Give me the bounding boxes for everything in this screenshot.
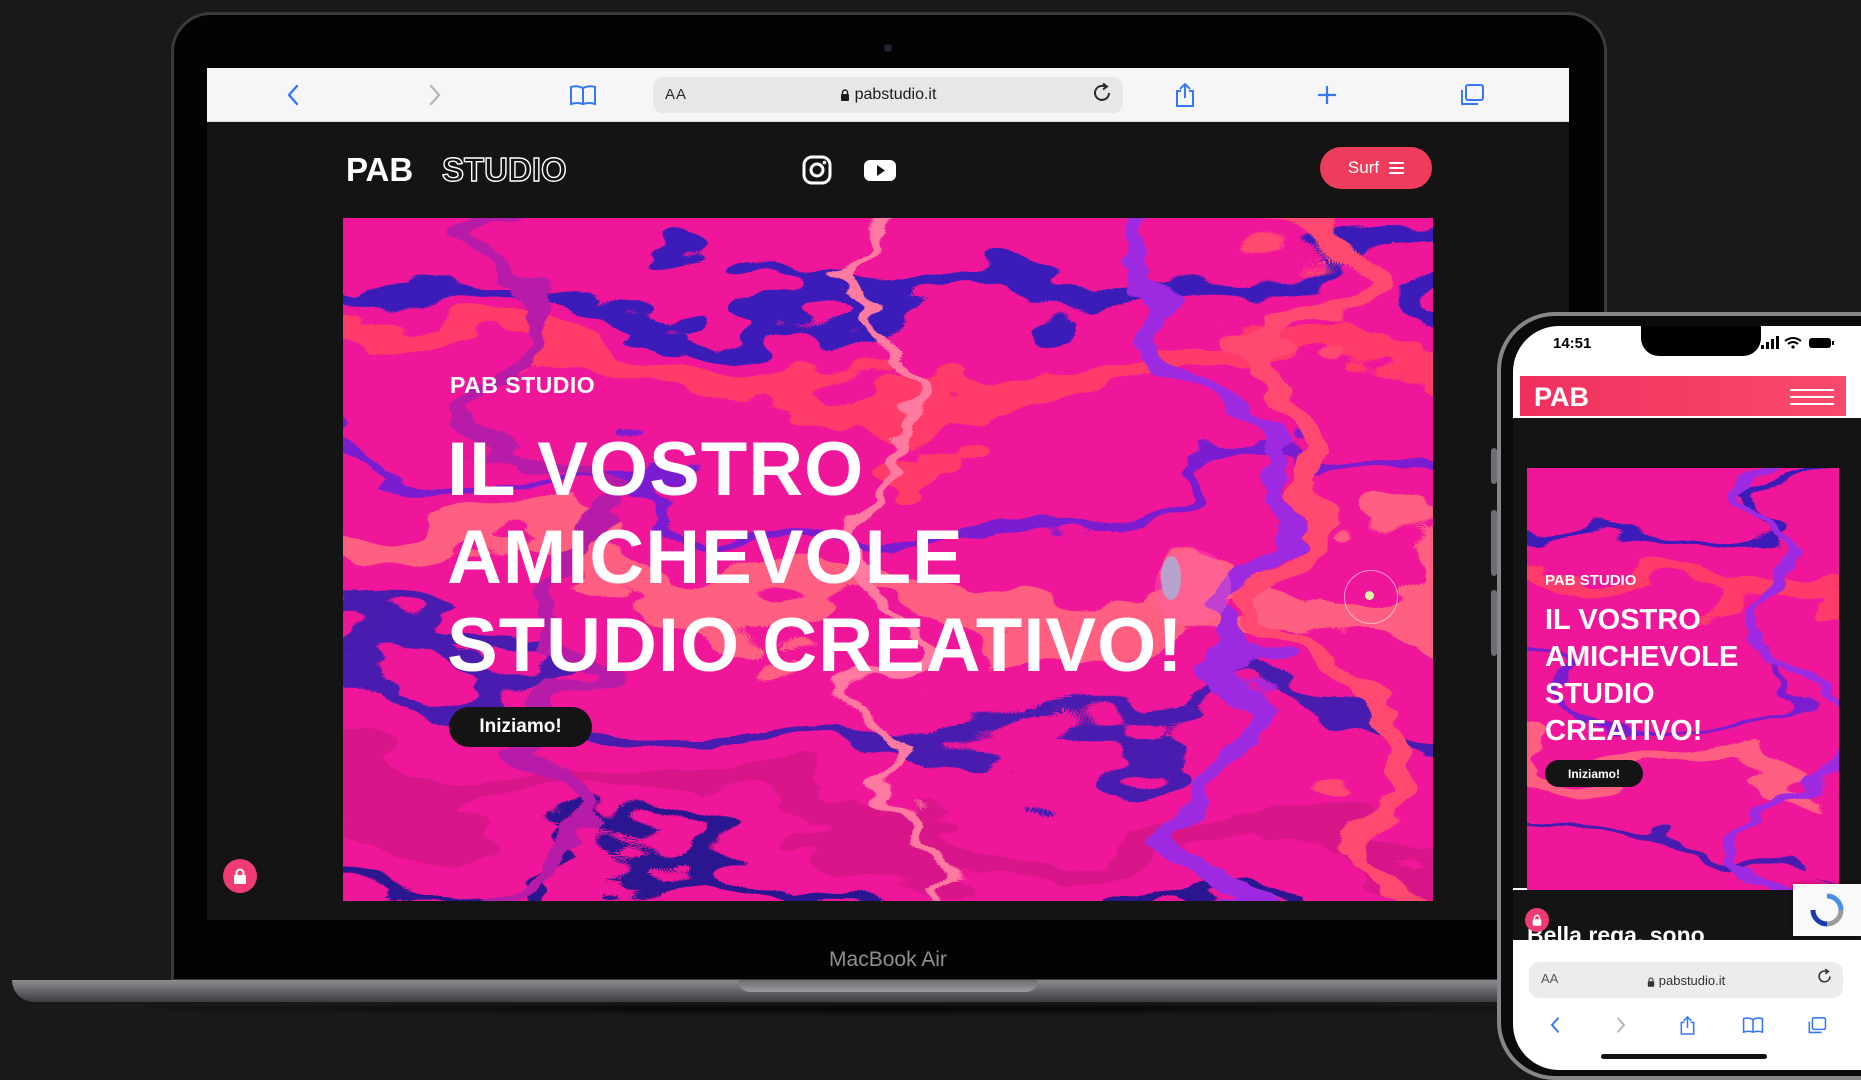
wifi-icon (1784, 337, 1802, 349)
recaptcha-icon[interactable] (1793, 884, 1861, 936)
home-indicator (1601, 1054, 1767, 1059)
phone-address-bar[interactable]: AA pabstudio.it (1529, 962, 1843, 998)
share-icon[interactable] (1669, 1010, 1705, 1040)
device-label: MacBook Air (829, 948, 947, 971)
phone-url-field[interactable]: pabstudio.it (1529, 973, 1843, 988)
phone-url-text: pabstudio.it (1658, 973, 1726, 988)
signal-icon (1761, 336, 1779, 349)
status-time: 14:51 (1553, 335, 1592, 352)
laptop-opening-notch (738, 980, 1038, 992)
hamburger-icon (1389, 159, 1405, 177)
start-button[interactable]: Iniziamo! (449, 707, 592, 747)
status-icons (1761, 336, 1839, 355)
chevron-left-icon[interactable] (277, 79, 309, 111)
reload-icon[interactable] (1816, 968, 1833, 990)
url-field[interactable]: pabstudio.it (653, 86, 1123, 104)
hero-kicker: PAB STUDIO (450, 372, 596, 398)
dynamic-island (1641, 326, 1761, 356)
lock-icon (840, 89, 849, 101)
chevron-left-icon[interactable] (1537, 1010, 1573, 1040)
phone-start-button[interactable]: Iniziamo! (1545, 760, 1643, 787)
url-text: pabstudio.it (854, 86, 937, 103)
hamburger-icon[interactable] (1790, 384, 1834, 410)
tabs-icon[interactable] (1456, 79, 1488, 111)
youtube-icon[interactable] (863, 154, 897, 186)
laptop-screen: AA pabstudio.it PAB STUDIO Surf PAB STUD… (207, 68, 1569, 920)
hero-banner: PAB STUDIO IL VOSTRO AMICHEVOLE STUDIO C… (343, 218, 1433, 901)
lock-icon (1647, 977, 1654, 987)
phone-browser-toolbar (1513, 1010, 1861, 1044)
battery-icon (1809, 338, 1834, 348)
phone-section-heading: Bella rega, sono (1527, 922, 1705, 948)
logo-outline-text: STUDIO (442, 152, 567, 186)
surf-menu-label: Surf (1347, 158, 1380, 177)
site-logo[interactable]: PAB STUDIO (346, 150, 586, 191)
address-bar[interactable]: AA pabstudio.it (653, 77, 1123, 113)
phone-hero-title: IL VOSTRO AMICHEVOLE STUDIO CREATIVO! (1545, 604, 1739, 747)
plus-icon[interactable] (1311, 79, 1343, 111)
lock-icon[interactable] (223, 859, 257, 893)
phone-hero-kicker: PAB STUDIO (1545, 572, 1637, 589)
instagram-icon[interactable] (801, 154, 833, 186)
phone-site-logo[interactable]: PAB (1534, 382, 1614, 415)
chevron-right-icon[interactable] (1603, 1010, 1639, 1040)
share-icon[interactable] (1169, 79, 1201, 111)
browser-toolbar: AA pabstudio.it (207, 68, 1569, 122)
reload-icon[interactable] (1091, 82, 1113, 110)
book-icon[interactable] (1735, 1010, 1771, 1040)
cursor-dot (1365, 591, 1374, 600)
phone-logo-text: PAB (1534, 382, 1589, 410)
phone-site-header: PAB (1520, 376, 1846, 416)
phone-screen: 14:51 PAB PAB STUDIO IL VOSTRO AMICHEVOL… (1513, 326, 1861, 1070)
laptop-shadow (60, 1002, 1710, 1016)
hero-title: IL VOSTRO AMICHEVOLE STUDIO CREATIVO! (447, 427, 1184, 688)
chevron-right-icon[interactable] (419, 79, 451, 111)
lock-icon[interactable] (1525, 908, 1549, 932)
phone-hero-banner: PAB STUDIO IL VOSTRO AMICHEVOLE STUDIO C… (1527, 468, 1839, 890)
tabs-icon[interactable] (1799, 1010, 1835, 1040)
logo-bold-text: PAB (346, 152, 413, 186)
book-icon[interactable] (567, 79, 599, 111)
surf-menu-button[interactable]: Surf (1320, 147, 1432, 189)
webcam (884, 44, 892, 52)
